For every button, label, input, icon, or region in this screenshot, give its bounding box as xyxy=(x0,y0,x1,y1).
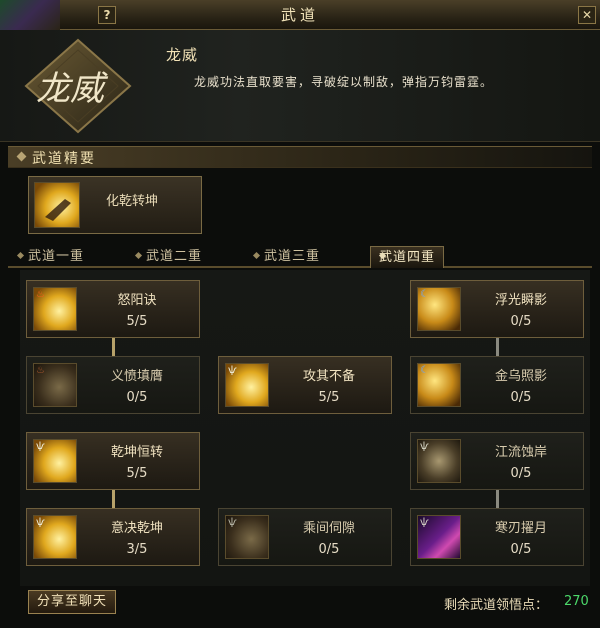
golden-hand-icon xyxy=(34,182,80,228)
moon-sun-icon: ☾ xyxy=(417,363,461,407)
tab-label: 武道四重 xyxy=(379,250,436,265)
tab-wudao-2[interactable]: 武道二重 xyxy=(146,246,202,268)
golden-palm-icon: ѱ xyxy=(33,515,77,559)
palm-icon: ѱ xyxy=(417,439,461,483)
skill-node-level: 0/5 xyxy=(510,390,532,405)
fist-icon: ѱ xyxy=(225,515,269,559)
skill-node-level: 0/5 xyxy=(510,466,532,481)
skill-node-level: 3/5 xyxy=(126,542,148,557)
main-skill-label: 化乾转坤 xyxy=(106,194,159,209)
tab-label: 武道二重 xyxy=(146,249,203,264)
fire-fist-icon: ♨ xyxy=(33,363,77,407)
golden-palm-icon: ѱ xyxy=(33,439,77,483)
skill-node-level: 0/5 xyxy=(510,314,532,329)
skill-node-level: 5/5 xyxy=(318,390,340,405)
skill-node-jinwu[interactable]: ☾ 金乌照影 0/5 xyxy=(410,356,584,414)
skill-node-name: 浮光瞬影 xyxy=(494,293,547,308)
tab-wudao-1[interactable]: 武道一重 xyxy=(28,246,84,268)
skill-node-yifen[interactable]: ♨ 义愤填膺 0/5 xyxy=(26,356,200,414)
skill-node-name: 意决乾坤 xyxy=(110,521,163,536)
skill-node-level: 0/5 xyxy=(126,390,148,405)
close-button[interactable]: ✕ xyxy=(578,6,596,24)
skill-node-name: 攻其不备 xyxy=(302,369,355,384)
skill-node-nuyang[interactable]: ♨ 怒阳诀 5/5 xyxy=(26,280,200,338)
tree-link xyxy=(112,490,115,508)
purple-blade-icon: ѱ xyxy=(417,515,461,559)
remaining-points-value: 270 xyxy=(564,594,589,609)
svg-text:龙威: 龙威 xyxy=(36,69,109,109)
skill-node-chengjian[interactable]: ѱ 乘间伺隙 0/5 xyxy=(218,508,392,566)
skill-node-name: 江流蚀岸 xyxy=(494,445,547,460)
emblem-icon: 龙威 xyxy=(18,38,138,134)
skill-node-level: 5/5 xyxy=(126,466,148,481)
section-title: 武道精要 xyxy=(32,151,96,167)
skill-node-yijue[interactable]: ѱ 意决乾坤 3/5 xyxy=(26,508,200,566)
skill-node-gongqi[interactable]: ѱ 攻其不备 5/5 xyxy=(218,356,392,414)
window-title: 武道 xyxy=(280,6,319,24)
skill-name: 龙威 xyxy=(166,46,199,64)
skill-node-qiankun[interactable]: ѱ 乾坤恒转 5/5 xyxy=(26,432,200,490)
skill-node-hanren[interactable]: ѱ 寒刃擢月 0/5 xyxy=(410,508,584,566)
skill-node-name: 怒阳诀 xyxy=(117,293,157,308)
skill-description: 龙威功法直取要害，寻破绽以制敌，弹指万钧雷霆。 xyxy=(194,75,494,89)
tree-link xyxy=(112,338,115,356)
golden-fist-icon: ѱ xyxy=(225,363,269,407)
skill-node-jiangliu[interactable]: ѱ 江流蚀岸 0/5 xyxy=(410,432,584,490)
tree-link xyxy=(496,490,499,508)
remaining-points-label: 剩余武道领悟点： xyxy=(444,598,549,613)
tab-wudao-3[interactable]: 武道三重 xyxy=(264,246,320,268)
skill-node-name: 金乌照影 xyxy=(494,369,547,384)
skill-node-fuguang[interactable]: ☾ 浮光瞬影 0/5 xyxy=(410,280,584,338)
skill-node-level: 0/5 xyxy=(318,542,340,557)
skill-node-name: 乘间伺隙 xyxy=(302,521,355,536)
tab-label: 武道一重 xyxy=(28,249,85,264)
tree-link xyxy=(496,338,499,356)
tab-label: 武道三重 xyxy=(264,249,321,264)
skill-node-name: 寒刃擢月 xyxy=(494,521,547,536)
share-to-chat-button[interactable]: 分享至聊天 xyxy=(28,590,116,614)
skill-node-name: 乾坤恒转 xyxy=(110,445,163,460)
skill-node-name: 义愤填膺 xyxy=(110,369,163,384)
fire-fist-icon: ♨ xyxy=(33,287,77,331)
skill-node-level: 5/5 xyxy=(126,314,148,329)
skill-node-level: 0/5 xyxy=(510,542,532,557)
moon-slash-icon: ☾ xyxy=(417,287,461,331)
